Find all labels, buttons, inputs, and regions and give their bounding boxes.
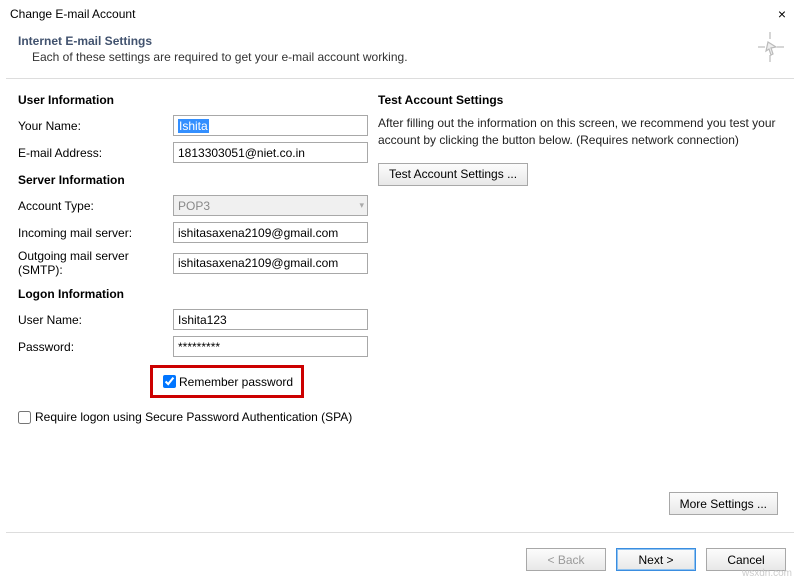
row-outgoing: Outgoing mail server (SMTP):: [18, 249, 368, 277]
row-password: Password:: [18, 336, 368, 357]
remember-password-highlight: Remember password: [150, 365, 304, 398]
account-type-value: POP3: [178, 199, 210, 213]
header-title: Internet E-mail Settings: [18, 34, 782, 48]
row-your-name: Your Name: Ishita: [18, 115, 368, 136]
row-spa: Require logon using Secure Password Auth…: [18, 410, 368, 424]
remember-password-label: Remember password: [179, 375, 293, 389]
next-button[interactable]: Next >: [616, 548, 696, 571]
right-column: Test Account Settings After filling out …: [368, 93, 790, 424]
chevron-down-icon: ▾: [359, 200, 364, 211]
close-icon[interactable]: ×: [772, 6, 792, 22]
label-username: User Name:: [18, 313, 173, 327]
left-column: User Information Your Name: Ishita E-mai…: [18, 93, 368, 424]
remember-password-checkbox[interactable]: [163, 375, 176, 388]
header: Internet E-mail Settings Each of these s…: [0, 26, 800, 78]
test-settings-title: Test Account Settings: [378, 93, 790, 107]
section-user-info: User Information: [18, 93, 368, 107]
label-outgoing: Outgoing mail server (SMTP):: [18, 249, 173, 277]
username-input[interactable]: [173, 309, 368, 330]
row-account-type: Account Type: POP3 ▾: [18, 195, 368, 216]
label-incoming: Incoming mail server:: [18, 226, 173, 240]
label-account-type: Account Type:: [18, 199, 173, 213]
spa-checkbox[interactable]: [18, 411, 31, 424]
label-email: E-mail Address:: [18, 146, 173, 160]
test-settings-text: After filling out the information on thi…: [378, 115, 790, 149]
watermark: wsxdn.com: [742, 568, 792, 579]
email-input[interactable]: [173, 142, 368, 163]
incoming-input[interactable]: [173, 222, 368, 243]
header-subtitle: Each of these settings are required to g…: [18, 50, 782, 64]
divider-bottom: [6, 532, 794, 533]
window-title: Change E-mail Account: [10, 7, 772, 21]
test-account-button[interactable]: Test Account Settings ...: [378, 163, 528, 186]
row-incoming: Incoming mail server:: [18, 222, 368, 243]
your-name-input[interactable]: Ishita: [173, 115, 368, 136]
back-button[interactable]: < Back: [526, 548, 606, 571]
row-email: E-mail Address:: [18, 142, 368, 163]
outgoing-input[interactable]: [173, 253, 368, 274]
account-type-select: POP3 ▾: [173, 195, 368, 216]
label-your-name: Your Name:: [18, 119, 173, 133]
spa-label: Require logon using Secure Password Auth…: [35, 410, 352, 424]
section-server-info: Server Information: [18, 173, 368, 187]
password-input[interactable]: [173, 336, 368, 357]
content-area: User Information Your Name: Ishita E-mai…: [0, 79, 800, 424]
row-username: User Name:: [18, 309, 368, 330]
label-password: Password:: [18, 340, 173, 354]
title-bar: Change E-mail Account ×: [0, 0, 800, 26]
section-logon-info: Logon Information: [18, 287, 368, 301]
more-settings-button[interactable]: More Settings ...: [669, 492, 778, 515]
cursor-icon: [756, 30, 784, 64]
